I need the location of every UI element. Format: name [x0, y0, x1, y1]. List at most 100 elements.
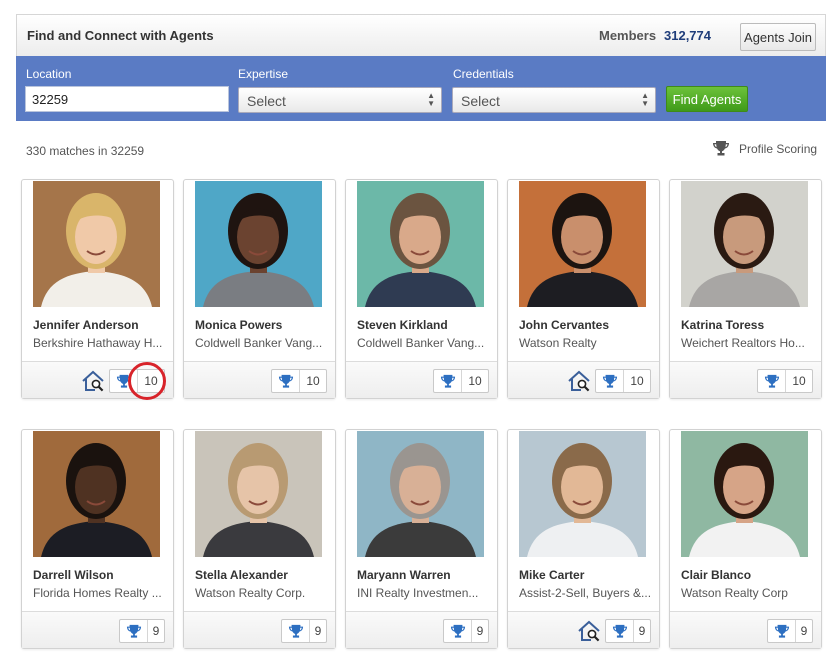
agent-company: Coldwell Banker Vang...	[357, 336, 485, 350]
agent-name[interactable]: Jennifer Anderson	[33, 318, 139, 332]
profile-score-value: 10	[792, 374, 806, 388]
trophy-icon	[606, 620, 634, 642]
agent-card[interactable]: Clair Blanco Watson Realty Corp 9	[669, 429, 822, 649]
page-header: Find and Connect with Agents Members 312…	[16, 14, 826, 56]
profile-score-badge[interactable]: 9	[119, 619, 165, 643]
agent-card[interactable]: Maryann Warren INI Realty Investmen... 9	[345, 429, 498, 649]
expertise-label: Expertise	[238, 67, 289, 81]
profile-score-badge[interactable]: 10	[109, 369, 165, 393]
agent-card-footer: 9	[22, 611, 173, 648]
agent-name[interactable]: John Cervantes	[519, 318, 609, 332]
select-arrows-icon: ▲ ▼	[427, 91, 435, 108]
profile-scoring-link[interactable]: Profile Scoring	[712, 140, 817, 157]
profile-score-badge[interactable]: 10	[595, 369, 651, 393]
agent-name[interactable]: Maryann Warren	[357, 568, 451, 582]
trophy-icon	[758, 370, 786, 392]
trophy-icon	[434, 370, 462, 392]
agent-card[interactable]: Mike Carter Assist-2-Sell, Buyers &... 9	[507, 429, 660, 649]
profile-score-badge[interactable]: 10	[433, 369, 489, 393]
agent-company: Assist-2-Sell, Buyers &...	[519, 586, 652, 600]
agent-company: Weichert Realtors Ho...	[681, 336, 805, 350]
agent-company: Coldwell Banker Vang...	[195, 336, 323, 350]
location-input[interactable]	[25, 86, 229, 112]
agent-card-footer: 9	[346, 611, 497, 648]
agent-card-footer: 9	[184, 611, 335, 648]
profile-score-value: 10	[630, 374, 644, 388]
agent-name[interactable]: Stella Alexander	[195, 568, 288, 582]
profile-score-badge[interactable]: 9	[281, 619, 327, 643]
profile-score-badge[interactable]: 10	[757, 369, 813, 393]
agent-photo[interactable]	[681, 431, 808, 557]
members-label: Members	[599, 28, 657, 43]
agent-company: Watson Realty	[519, 336, 597, 350]
agent-card-footer: 9	[508, 611, 659, 648]
profile-score-value: 10	[306, 374, 320, 388]
credentials-select[interactable]: Select ▲ ▼	[452, 87, 656, 113]
agent-name[interactable]: Darrell Wilson	[33, 568, 114, 582]
agent-photo[interactable]	[519, 431, 646, 557]
agent-card[interactable]: Monica Powers Coldwell Banker Vang... 10	[183, 179, 336, 399]
agent-card-footer: 10	[346, 361, 497, 398]
agents-join-button[interactable]: Agents Join	[740, 23, 816, 51]
search-bar: Location Expertise Select ▲▼ Credentials…	[16, 56, 826, 121]
profile-score-value: 9	[476, 624, 484, 638]
agent-name[interactable]: Mike Carter	[519, 568, 584, 582]
agent-photo[interactable]	[357, 181, 484, 307]
home-search-icon[interactable]	[567, 370, 591, 392]
expertise-select-value: Select	[247, 93, 286, 109]
profile-score-value: 9	[800, 624, 808, 638]
page-title: Find and Connect with Agents	[27, 28, 214, 43]
agent-photo[interactable]	[195, 181, 322, 307]
members-count: 312,774	[664, 28, 711, 43]
agent-name[interactable]: Monica Powers	[195, 318, 282, 332]
matches-count: 330 matches in 32259	[26, 144, 145, 158]
home-search-icon[interactable]	[577, 620, 601, 642]
trophy-icon	[282, 620, 310, 642]
agent-company: Watson Realty Corp.	[195, 586, 306, 600]
profile-score-badge[interactable]: 9	[443, 619, 489, 643]
agent-photo[interactable]	[681, 181, 808, 307]
agent-card[interactable]: John Cervantes Watson Realty 10	[507, 179, 660, 399]
trophy-icon	[444, 620, 472, 642]
credentials-label: Credentials	[453, 67, 514, 81]
agent-photo[interactable]	[33, 181, 160, 307]
home-search-icon[interactable]	[81, 370, 105, 392]
agent-photo[interactable]	[357, 431, 484, 557]
agent-card[interactable]: Katrina Toress Weichert Realtors Ho... 10	[669, 179, 822, 399]
agent-photo[interactable]	[195, 431, 322, 557]
location-label: Location	[26, 67, 72, 81]
trophy-icon	[713, 141, 729, 156]
agent-company: Watson Realty Corp	[681, 586, 788, 600]
agent-name[interactable]: Clair Blanco	[681, 568, 751, 582]
credentials-select-value: Select	[461, 93, 500, 109]
profile-scoring-label: Profile Scoring	[739, 141, 818, 156]
trophy-icon	[120, 620, 148, 642]
agent-name[interactable]: Katrina Toress	[681, 318, 764, 332]
agent-card[interactable]: Steven Kirkland Coldwell Banker Vang... 10	[345, 179, 498, 399]
agent-company: Florida Homes Realty ...	[33, 586, 162, 600]
profile-score-value: 10	[144, 374, 158, 388]
profile-score-badge[interactable]: 9	[767, 619, 813, 643]
agent-card-footer: 10	[670, 361, 821, 398]
agent-card[interactable]: Darrell Wilson Florida Homes Realty ... 9	[21, 429, 174, 649]
profile-score-value: 9	[314, 624, 322, 638]
agent-photo[interactable]	[33, 431, 160, 557]
expertise-select[interactable]: Select ▲ ▼	[238, 87, 442, 113]
agent-card[interactable]: Stella Alexander Watson Realty Corp. 9	[183, 429, 336, 649]
profile-score-value: 9	[638, 624, 646, 638]
agent-name[interactable]: Steven Kirkland	[357, 318, 448, 332]
agent-photo[interactable]	[519, 181, 646, 307]
agent-card-footer: 10	[22, 361, 173, 398]
profile-score-badge[interactable]: 10	[271, 369, 327, 393]
trophy-icon	[596, 370, 624, 392]
agent-company: INI Realty Investmen...	[357, 586, 479, 600]
agent-company: Berkshire Hathaway H...	[33, 336, 163, 350]
find-agents-button[interactable]: Find Agents	[666, 86, 748, 112]
agent-card-footer: 10	[508, 361, 659, 398]
agent-card[interactable]: Jennifer Anderson Berkshire Hathaway H...…	[21, 179, 174, 399]
trophy-icon	[768, 620, 796, 642]
profile-score-value: 9	[152, 624, 160, 638]
profile-score-badge[interactable]: 9	[605, 619, 651, 643]
select-arrows-icon: ▲ ▼	[641, 91, 649, 108]
trophy-icon	[272, 370, 300, 392]
